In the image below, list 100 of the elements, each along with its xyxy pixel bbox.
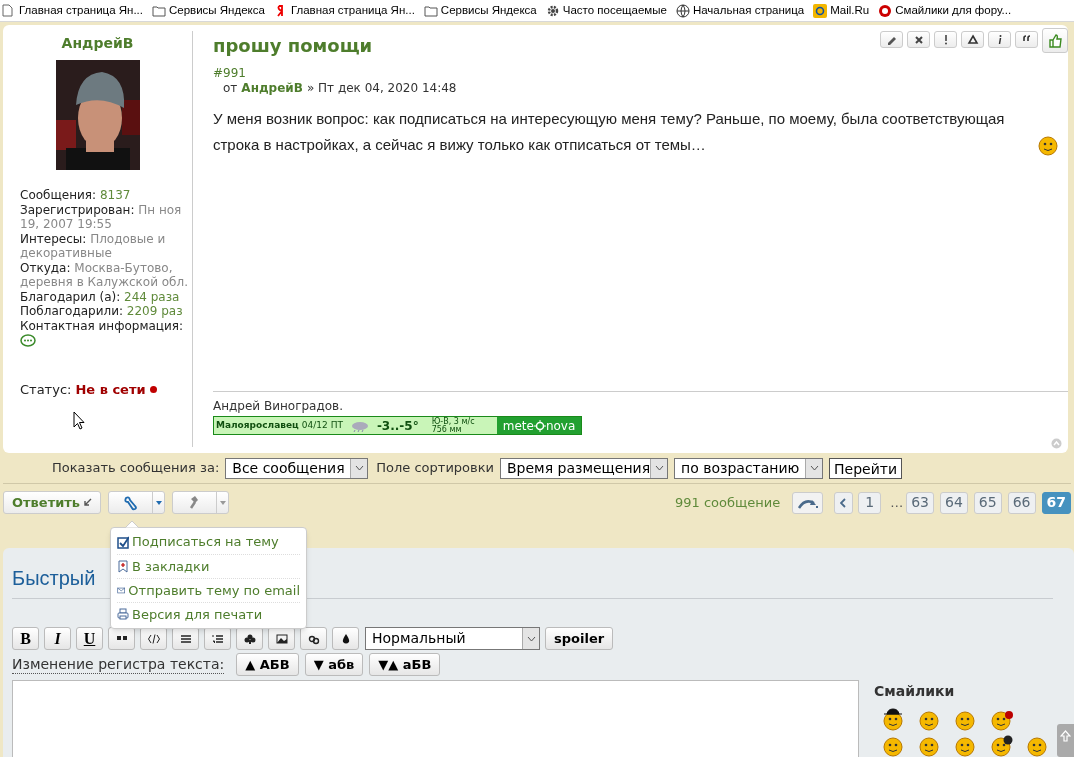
jump-button[interactable]	[792, 491, 824, 514]
menu-item[interactable]: Отправить тему по email	[117, 578, 300, 602]
bookmark-link[interactable]: Сервисы Яндекса	[151, 1, 265, 20]
post-date: » Пт дек 04, 2020 14:48	[306, 81, 457, 96]
menu-item[interactable]: Подписаться на тему	[117, 530, 300, 554]
tools-button[interactable]	[108, 491, 166, 514]
pagination-ellipsis: …	[890, 493, 904, 512]
profile-stat: Сообщения: 8137	[20, 188, 132, 203]
profile-stat: Откуда: Москва-Бутово, деревня в Калужской обл.	[20, 260, 189, 290]
post-action-button[interactable]	[907, 31, 930, 48]
moderator-tools-button[interactable]	[172, 491, 230, 514]
smiley-icon	[916, 734, 942, 757]
post-title[interactable]: прошу помощи	[213, 32, 373, 59]
author-name[interactable]: АндрейВ	[61, 33, 134, 54]
smiley-icon	[988, 708, 1014, 732]
page-link[interactable]: 65	[973, 491, 1002, 514]
weather-banner[interactable]: Малоярославец 04/12 ПТ -3..-5° Ю-В, 3 м/с 756 мм mete nova	[213, 416, 582, 435]
period-select[interactable]: Все сообщения	[225, 457, 369, 479]
checkbox-icon	[117, 535, 129, 549]
spoiler-button[interactable]: spoiler	[545, 627, 614, 650]
bookmark-link[interactable]: Часто посещаемые	[545, 1, 667, 20]
message-input-field[interactable]	[12, 680, 859, 757]
case-button[interactable]: ▼▲ аБВ	[369, 653, 441, 676]
font-size-select[interactable]: Нормальный	[365, 627, 540, 650]
format-button[interactable]	[332, 627, 359, 650]
smiley-icon	[880, 734, 906, 757]
format-button[interactable]	[236, 627, 263, 650]
page-link[interactable]: 66	[1007, 491, 1036, 514]
weather-wind: Ю-В, 3 м/с	[431, 417, 475, 426]
page-link[interactable]: 1	[858, 491, 882, 514]
profile-stat: Поблагодарили: 2209 раз	[20, 304, 184, 319]
page-link[interactable]: 63	[906, 491, 935, 514]
thumbs-up-icon	[1047, 32, 1063, 49]
weather-day: ПТ	[330, 418, 343, 433]
smiley-icon	[1024, 734, 1050, 757]
folder-icon	[151, 3, 166, 18]
format-button[interactable]	[140, 627, 167, 650]
format-button[interactable]	[172, 627, 199, 650]
cursor-icon	[73, 411, 85, 430]
reply-button[interactable]: Ответить	[3, 491, 102, 514]
post-action-button[interactable]	[961, 31, 984, 48]
profile-stat: Зарегистрирован: Пн ноя 19, 2007 19:55	[20, 202, 183, 232]
bookmark-link[interactable]: Сервисы Яндекса	[423, 1, 537, 20]
sort-field-select[interactable]: Время размещения	[500, 457, 668, 479]
go-button[interactable]: Перейти	[829, 457, 902, 479]
smiley-icon	[952, 734, 978, 757]
post-number-link[interactable]: #991	[213, 66, 1068, 81]
caret-down-icon	[219, 500, 226, 505]
menu-item[interactable]: Версия для печати	[117, 602, 300, 626]
weather-temp: -3..-5°	[376, 417, 419, 435]
profile-stat: Интересы: Плодовые и декоративные	[20, 231, 167, 261]
page-link[interactable]: 64	[940, 491, 968, 514]
bookmark-link[interactable]: Mail.Ru	[813, 1, 870, 20]
smilies-title: Смайлики	[874, 682, 956, 701]
profile-stat: Благодарил (а): 244 раза	[20, 289, 181, 304]
weather-date: 04/12	[301, 418, 328, 432]
post-action-button[interactable]	[934, 31, 957, 48]
format-button[interactable]	[268, 627, 295, 650]
format-button[interactable]: B	[12, 627, 39, 650]
format-button[interactable]	[204, 627, 231, 650]
smiley-icon	[952, 708, 978, 732]
bookmark-icon	[117, 560, 129, 573]
sort-order-select[interactable]: по возрастанию	[674, 457, 823, 479]
folder-icon	[423, 3, 438, 18]
bookmark-link[interactable]: Начальная страница	[675, 1, 805, 20]
site-icon	[813, 3, 828, 18]
wrench-icon	[122, 494, 139, 511]
printer-icon	[117, 608, 129, 621]
post-count: 991 сообщение	[675, 493, 781, 512]
gear-icon	[545, 3, 560, 18]
bookmark-link[interactable]: Главная страница Ян...	[2, 1, 143, 20]
brand-text: mete	[502, 417, 534, 435]
format-button[interactable]	[300, 627, 327, 650]
post-action-button[interactable]	[880, 31, 903, 48]
section-title: Быстрый	[12, 566, 96, 590]
format-button[interactable]: I	[44, 627, 71, 650]
chevron-down-icon	[526, 635, 536, 642]
triangle-icon	[966, 32, 979, 47]
bookmark-link[interactable]: Смайлики для фору...	[878, 1, 1012, 20]
smiley-icon	[916, 708, 942, 732]
weather-city: Малоярославец	[216, 418, 299, 432]
bookmark-link[interactable]: Главная страница Ян...	[273, 1, 415, 20]
menu-item[interactable]: В закладки	[117, 554, 300, 578]
caret-down-icon	[155, 500, 162, 505]
status-label: Статус:	[20, 381, 72, 399]
previous-page-button[interactable]	[834, 491, 854, 514]
format-button[interactable]: U	[76, 627, 103, 650]
chevron-left-icon	[840, 497, 848, 508]
post-text: У меня возник вопрос: как подписаться на интересующую меня тему? Раньше, по моему, была соответствующая строка в настройках, а сейчас я вижу только как отписаться от темы…	[213, 109, 1006, 155]
globe-icon	[675, 3, 690, 18]
case-button[interactable]: ▲ АБВ	[236, 653, 299, 676]
smiley-icon	[880, 708, 906, 732]
format-button[interactable]	[108, 627, 135, 650]
sun-icon	[533, 419, 546, 432]
list-icon	[179, 632, 192, 645]
post-action-button[interactable]	[1015, 31, 1038, 48]
case-button[interactable]: ▼ абв	[304, 653, 364, 676]
arrow-up-icon	[1060, 730, 1071, 742]
post-author-link[interactable]: АндрейВ	[241, 81, 303, 96]
sort-label: Поле сортировки	[376, 459, 494, 478]
